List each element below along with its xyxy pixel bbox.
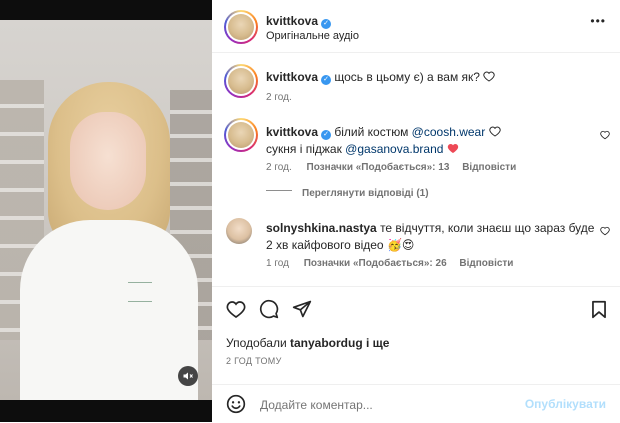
header-user: kvittkova ✓ xyxy=(266,12,332,30)
post-header: kvittkova ✓ Оригінальне аудіо ••• xyxy=(212,0,620,53)
mute-button[interactable] xyxy=(178,366,198,386)
shirt-logo xyxy=(128,282,152,302)
comment-2-emojis: 🥳😍 xyxy=(386,238,415,252)
comment-input[interactable] xyxy=(258,394,532,416)
comment-1-text-line2: сукня і піджак xyxy=(266,142,346,156)
caption-username[interactable]: kvittkova xyxy=(266,70,318,84)
comment-2-avatar[interactable] xyxy=(226,218,252,244)
avatar xyxy=(228,122,254,148)
mute-icon xyxy=(183,372,193,380)
share-icon[interactable] xyxy=(292,299,312,319)
comment-like-icon[interactable] xyxy=(600,226,610,236)
reply-button[interactable]: Відповісти xyxy=(459,258,513,269)
reply-button[interactable]: Відповісти xyxy=(462,162,516,173)
comment-icon[interactable] xyxy=(259,299,279,319)
caption-avatar-ring[interactable] xyxy=(224,64,258,98)
header-subtitle[interactable]: Оригінальне аудіо xyxy=(266,30,359,42)
likes-summary: Уподобали tanyabordug і ще xyxy=(226,336,389,350)
caption-text: щось в цьому є) а вам як? xyxy=(334,70,480,84)
video-frame xyxy=(0,20,212,400)
actions-divider xyxy=(212,286,620,287)
comment-2-username[interactable]: solnyshkina.nastya xyxy=(266,221,377,235)
view-replies-label: Переглянути відповіді (1) xyxy=(302,188,429,199)
verified-icon: ✓ xyxy=(321,75,332,85)
like-icon[interactable] xyxy=(226,300,246,319)
avatar xyxy=(228,68,254,94)
caption-time: 2 год. xyxy=(266,92,292,103)
comment-1-meta: 2 год. Позначки «Подобається»: 13 Відпов… xyxy=(266,162,516,173)
likes-prefix: Уподобали xyxy=(226,336,290,350)
person-shirt xyxy=(20,220,198,400)
emoji-icon[interactable] xyxy=(226,394,246,414)
comment-like-icon[interactable] xyxy=(600,130,610,140)
comment-1-time: 2 год. xyxy=(266,162,292,173)
bookmark-icon[interactable] xyxy=(590,300,608,319)
replies-divider xyxy=(266,190,292,191)
video-player[interactable] xyxy=(0,0,212,422)
caption: kvittkova ✓ щось в цьому є) а вам як? xyxy=(266,70,606,85)
comment-2-time: 1 год xyxy=(266,258,289,269)
comment-2: solnyshkina.nastya те відчуття, коли зна… xyxy=(266,220,596,254)
more-icon[interactable]: ••• xyxy=(590,14,606,28)
person-face xyxy=(70,112,146,210)
comment-composer: Опублікувати xyxy=(212,384,620,423)
comment-1-likes[interactable]: Позначки «Подобається»: 13 xyxy=(307,162,450,173)
heart-icon xyxy=(488,126,501,137)
header-username[interactable]: kvittkova xyxy=(266,14,318,28)
likes-others[interactable]: і ще xyxy=(363,336,389,350)
publish-button[interactable]: Опублікувати xyxy=(525,397,606,411)
heart-icon xyxy=(483,71,495,82)
post-time: 2 ГОД ТОМУ xyxy=(226,356,282,366)
comment-1: kvittkova ✓ білий костюм @coosh.wear сукн… xyxy=(266,124,586,158)
verified-icon: ✓ xyxy=(321,130,332,140)
view-replies-button[interactable]: Переглянути відповіді (1) xyxy=(302,188,429,199)
red-heart-icon xyxy=(447,144,458,153)
header-avatar-ring[interactable] xyxy=(224,10,258,44)
verified-icon: ✓ xyxy=(321,19,332,29)
comment-2-likes[interactable]: Позначки «Подобається»: 26 xyxy=(304,258,447,269)
liked-by-user[interactable]: tanyabordug xyxy=(290,336,363,350)
mention-link[interactable]: @gasanova.brand xyxy=(345,142,443,156)
comment-1-username[interactable]: kvittkova xyxy=(266,125,318,139)
avatar xyxy=(228,14,254,40)
comment-1-text: білий костюм xyxy=(334,125,412,139)
comment-2-meta: 1 год Позначки «Подобається»: 26 Відпові… xyxy=(266,258,513,269)
post-panel: kvittkova ✓ Оригінальне аудіо ••• kvittko… xyxy=(212,0,620,422)
comment-avatar-ring[interactable] xyxy=(224,118,258,152)
mention-link[interactable]: @coosh.wear xyxy=(412,125,486,139)
